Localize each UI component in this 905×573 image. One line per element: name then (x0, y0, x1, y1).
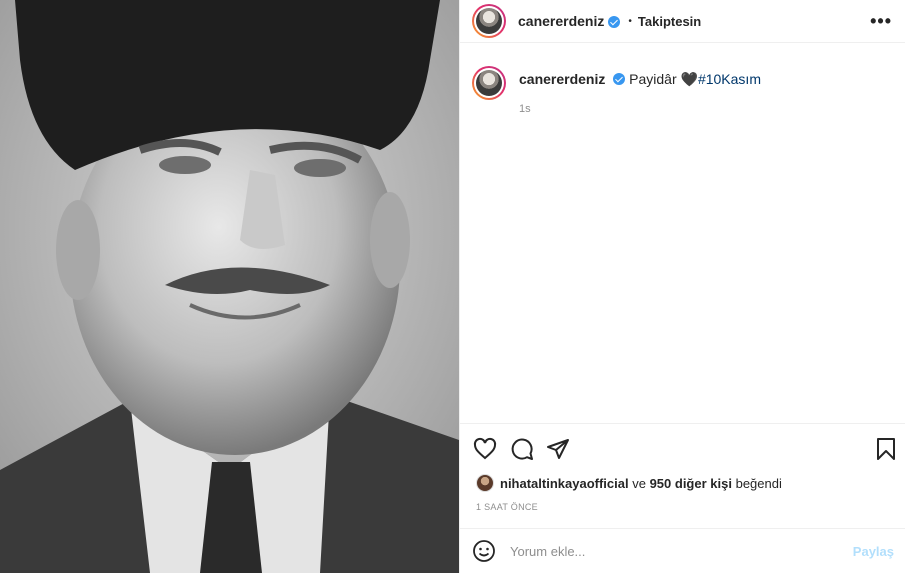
comment-icon[interactable] (510, 437, 534, 461)
likes-suffix: beğendi (735, 475, 782, 491)
author-avatar[interactable] (472, 4, 506, 38)
paper-plane-icon[interactable] (546, 437, 570, 461)
post-details-panel: canererdeniz • Takiptesin ••• canererden… (459, 0, 905, 573)
separator-dot: • (628, 15, 632, 27)
smiley-icon[interactable] (472, 539, 496, 563)
verified-badge-icon (608, 16, 621, 28)
caption-hashtag-link[interactable]: #10Kasım (698, 71, 761, 87)
post-timestamp[interactable]: 1 SAAT ÖNCE (476, 502, 538, 512)
liker-username[interactable]: nihataltinkayaofficial (500, 476, 629, 491)
caption-avatar[interactable] (472, 66, 506, 100)
caption-time[interactable]: 1s (519, 100, 889, 118)
action-bar (460, 423, 905, 473)
verified-badge-icon (613, 73, 626, 85)
more-horizontal-icon[interactable]: ••• (870, 11, 892, 32)
likes-connector: ve (632, 475, 646, 491)
author-username[interactable]: canererdeniz (518, 13, 604, 29)
heart-icon[interactable] (473, 437, 497, 461)
post-image[interactable] (0, 0, 459, 573)
likes-count-link[interactable]: 950 diğer kişi (650, 476, 732, 491)
caption-text: Payidâr 🖤 (629, 71, 698, 87)
liker-avatar[interactable] (476, 474, 494, 492)
post-header: canererdeniz • Takiptesin ••• (460, 0, 905, 43)
caption-username[interactable]: canererdeniz (519, 71, 605, 87)
post-comment-button[interactable]: Paylaş (853, 544, 894, 559)
comment-form: Paylaş (460, 528, 905, 573)
likes-summary: nihataltinkayaofficial ve 950 diğer kişi… (476, 474, 782, 492)
bookmark-icon[interactable] (874, 437, 898, 461)
comment-input[interactable] (510, 543, 853, 559)
follow-status-button[interactable]: Takiptesin (638, 14, 701, 29)
